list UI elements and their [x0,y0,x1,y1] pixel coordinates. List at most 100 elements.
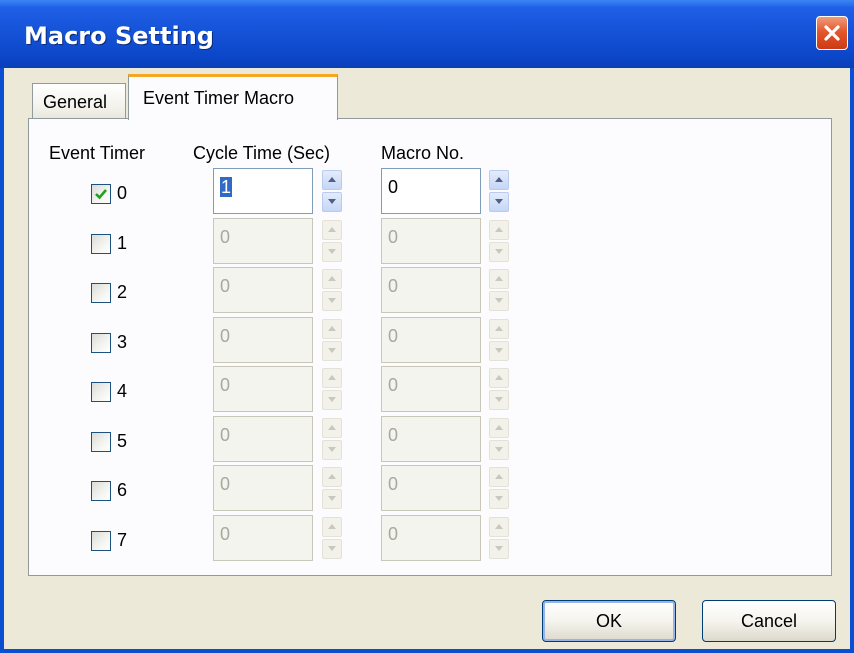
spin-down-button[interactable] [489,489,509,509]
spin-down-button[interactable] [322,192,342,212]
cycle-time-spinner[interactable] [322,219,342,262]
spin-up-button[interactable] [489,269,509,289]
spin-up-button[interactable] [489,219,509,240]
cycle-time-input[interactable]: 0 [213,267,313,313]
cycle-time-selected-text: 1 [220,177,233,197]
window-title: Macro Setting [24,22,214,50]
spin-up-button[interactable] [322,368,342,388]
cycle-time-value: 0 [220,474,231,494]
event-timer-checkbox[interactable] [91,382,111,402]
event-timer-checkbox[interactable] [91,233,111,254]
cycle-time-spinner[interactable] [322,170,342,212]
spin-down-button[interactable] [489,340,509,361]
spin-up-button[interactable] [322,417,342,438]
tab-event-timer-macro-label: Event Timer Macro [143,88,295,108]
macro-no-input[interactable]: 0 [381,267,481,313]
spin-down-button[interactable] [489,439,509,460]
dialog-client-area: General Event Timer Macro Event Timer Cy… [4,68,850,649]
cycle-time-spinner[interactable] [322,516,342,559]
spin-up-button[interactable] [489,318,509,339]
cycle-time-input[interactable]: 0 [213,217,313,264]
cycle-time-spinner[interactable] [322,467,342,509]
cycle-time-input[interactable]: 0 [213,465,313,511]
close-button[interactable] [816,16,848,50]
timer-row: 7 0 0 [29,514,831,579]
spin-up-button[interactable] [489,467,509,487]
macro-no-spinner[interactable] [489,516,509,559]
ok-button[interactable]: OK [542,600,676,642]
spin-down-button[interactable] [489,291,509,311]
spin-down-button[interactable] [322,291,342,311]
cycle-time-spinner[interactable] [322,269,342,311]
cycle-time-input[interactable]: 0 [213,415,313,462]
macro-setting-window: Macro Setting General Event Timer Macro … [0,0,854,653]
macro-no-spinner[interactable] [489,368,509,410]
cycle-time-spinner[interactable] [322,318,342,361]
macro-no-spinner[interactable] [489,467,509,509]
macro-no-input[interactable]: 0 [381,316,481,363]
event-timer-checkbox[interactable] [91,332,111,353]
spin-down-button[interactable] [322,241,342,262]
macro-no-spinner[interactable] [489,417,509,460]
macro-no-spinner[interactable] [489,219,509,262]
cycle-time-spinner[interactable] [322,368,342,410]
event-timer-label: 4 [117,381,128,401]
event-timer-checkbox[interactable] [91,283,111,303]
title-bar[interactable]: Macro Setting [0,0,854,68]
macro-no-spinner[interactable] [489,170,509,212]
macro-no-input[interactable]: 0 [381,217,481,264]
event-timer-label: 1 [117,232,128,253]
event-timer-checkbox[interactable] [91,431,111,452]
spin-down-button[interactable] [489,538,509,559]
macro-no-header: Macro No. [381,143,465,163]
macro-no-spinner[interactable] [489,318,509,361]
macro-no-value: 0 [388,325,399,346]
cycle-time-value: 0 [220,375,231,395]
cycle-time-input[interactable]: 1 [213,168,313,214]
cycle-time-input[interactable]: 0 [213,514,313,561]
macro-no-input[interactable]: 0 [381,366,481,412]
spin-down-button[interactable] [322,489,342,509]
spin-up-button[interactable] [489,368,509,388]
event-timer-label: 2 [117,282,128,302]
spin-up-button[interactable] [489,417,509,438]
cycle-time-input[interactable]: 0 [213,366,313,412]
spin-up-button[interactable] [322,170,342,190]
event-timer-checkbox[interactable] [91,184,111,204]
cycle-time-header: Cycle Time (Sec) [193,143,331,163]
spin-down-button[interactable] [489,192,509,212]
event-timer-checkbox[interactable] [91,481,111,501]
spin-down-button[interactable] [322,439,342,460]
event-timer-label: 7 [117,529,128,550]
tab-event-timer-macro[interactable]: Event Timer Macro [128,74,338,120]
spin-down-button[interactable] [322,390,342,410]
event-timer-label: 6 [117,480,128,500]
macro-no-input[interactable]: 0 [381,415,481,462]
spin-up-button[interactable] [322,219,342,240]
tab-general[interactable]: General [32,83,126,119]
macro-no-input[interactable]: 0 [381,514,481,561]
macro-no-input[interactable]: 0 [381,465,481,511]
spin-up-button[interactable] [322,467,342,487]
macro-no-spinner[interactable] [489,269,509,311]
spin-up-button[interactable] [322,318,342,339]
spin-down-button[interactable] [322,538,342,559]
tab-general-label: General [43,92,108,112]
cycle-time-input[interactable]: 0 [213,316,313,363]
spin-up-button[interactable] [322,516,342,537]
cycle-time-spinner[interactable] [322,417,342,460]
spin-down-button[interactable] [322,340,342,361]
spin-down-button[interactable] [489,241,509,262]
spin-up-button[interactable] [489,516,509,537]
cycle-time-value: 0 [220,226,231,247]
cancel-button[interactable]: Cancel [702,600,836,642]
macro-no-input[interactable]: 0 [381,168,481,214]
macro-no-value: 0 [388,177,399,197]
spin-up-button[interactable] [489,170,509,190]
macro-no-value: 0 [388,523,399,544]
spin-down-button[interactable] [489,390,509,410]
macro-no-value: 0 [388,375,399,395]
spin-up-button[interactable] [322,269,342,289]
event-timer-checkbox[interactable] [91,530,111,551]
event-timer-label: 0 [117,183,128,203]
